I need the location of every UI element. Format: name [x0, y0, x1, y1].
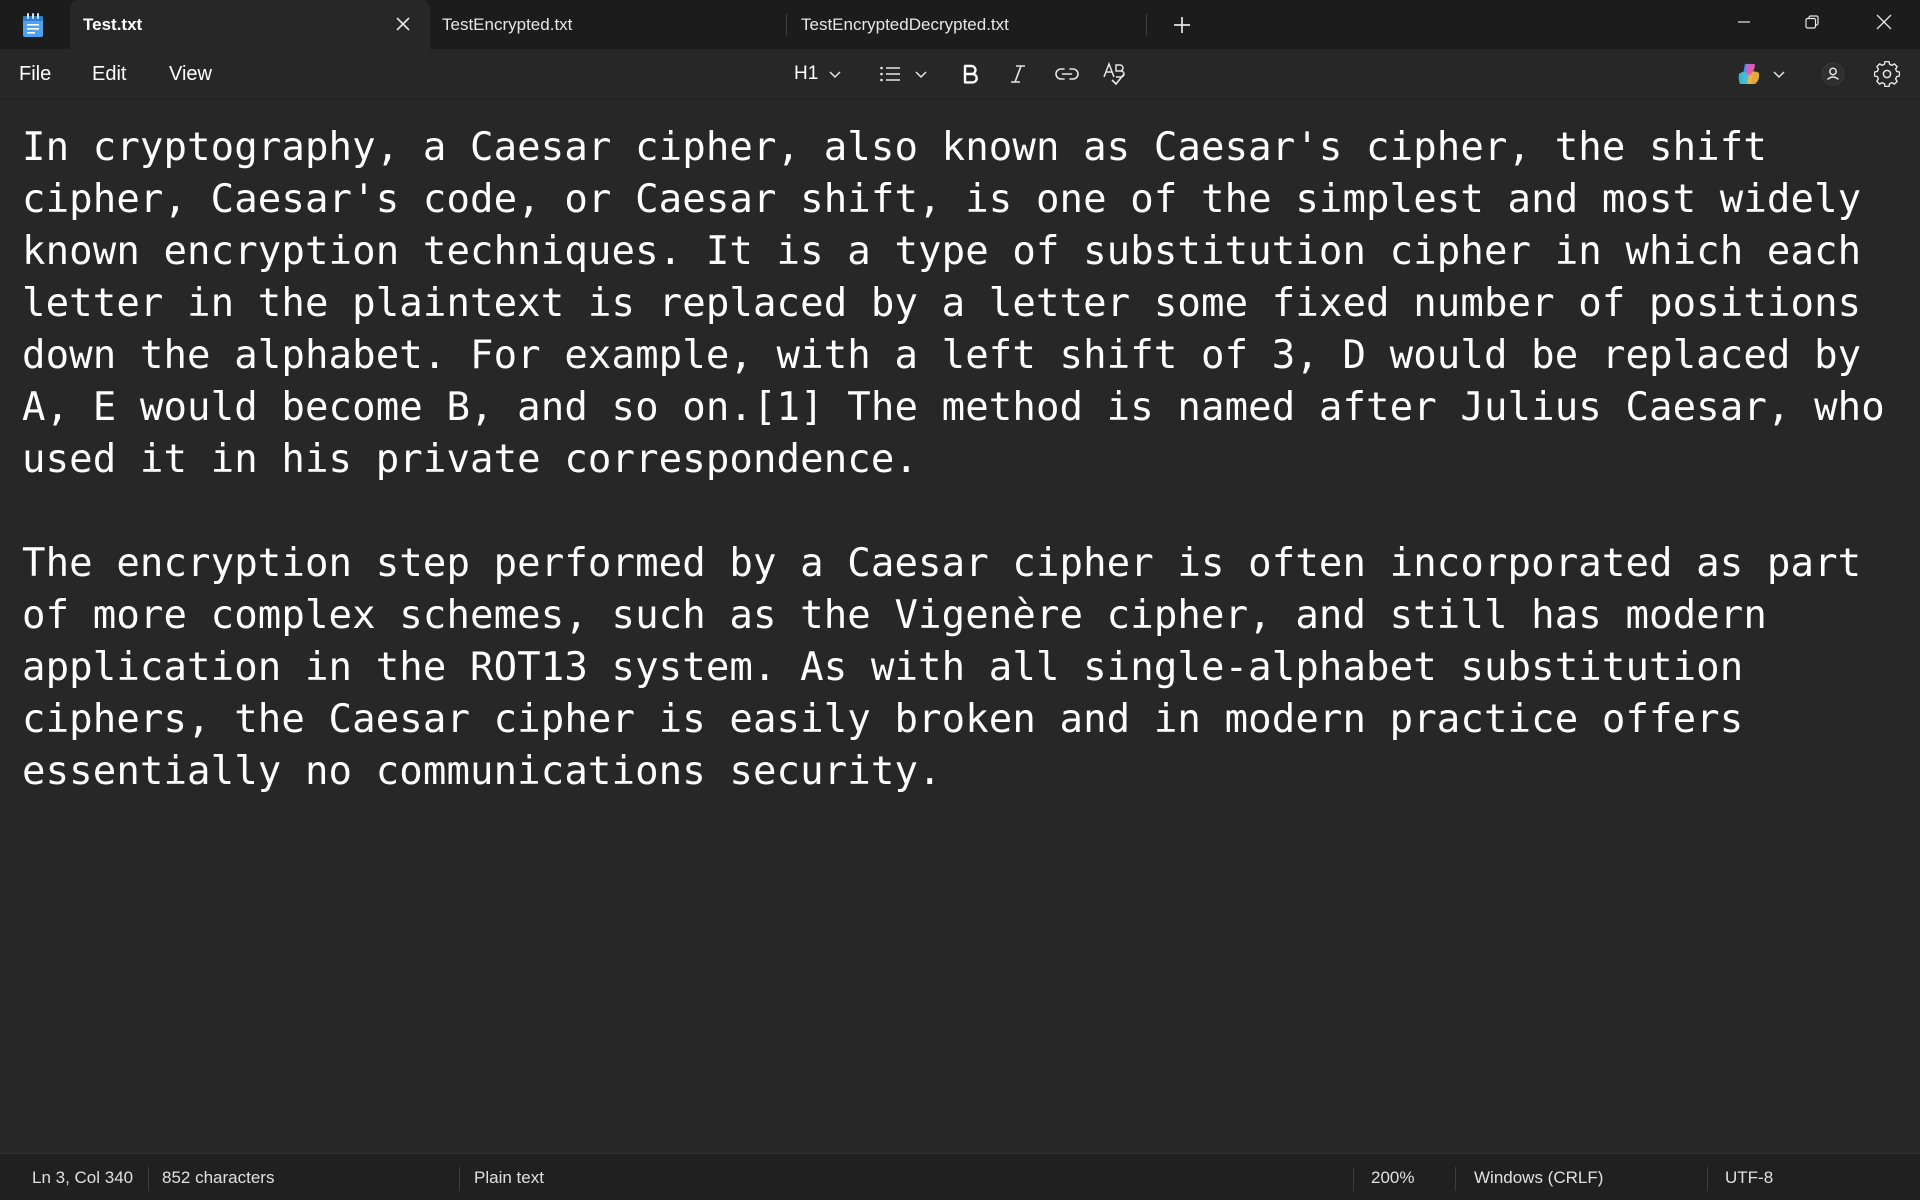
tab-test-txt[interactable]: Test.txt [70, 0, 430, 49]
link-button[interactable] [1054, 59, 1080, 89]
tab-divider [786, 14, 787, 36]
notepad-app-icon [23, 13, 43, 37]
paragraph: In cryptography, a Caesar cipher, also k… [22, 122, 1920, 486]
text-line: letter in the plaintext is replaced by a… [22, 281, 1862, 326]
text-editor[interactable]: In cryptography, a Caesar cipher, also k… [22, 122, 1920, 1152]
text-format[interactable]: Plain text [474, 1168, 544, 1188]
text-line: ciphers, the Caesar cipher is easily bro… [22, 697, 1744, 742]
text-line: essentially no communications security. [22, 749, 942, 794]
status-divider [459, 1167, 460, 1191]
text-line: known encryption techniques. It is a typ… [22, 229, 1862, 274]
line-endings[interactable]: Windows (CRLF) [1474, 1168, 1603, 1188]
settings-button[interactable] [1874, 59, 1900, 89]
paragraph: The encryption step performed by a Caesa… [22, 538, 1920, 798]
status-divider [1353, 1167, 1354, 1191]
minimize-button[interactable] [1710, 0, 1778, 44]
tab-title: Test.txt [83, 14, 143, 34]
copilot-dropdown[interactable] [1736, 59, 1786, 89]
restore-button[interactable] [1778, 0, 1846, 44]
text-line: The encryption step performed by a Caesa… [22, 541, 1862, 586]
minimize-icon [1738, 21, 1750, 23]
italic-icon [1011, 65, 1025, 83]
zoom-level[interactable]: 200% [1371, 1168, 1414, 1188]
menu-edit[interactable]: Edit [92, 61, 126, 87]
bold-icon [963, 64, 978, 84]
chevron-down-icon [915, 71, 927, 79]
tab-testencrypted-txt[interactable]: TestEncrypted.txt [432, 0, 786, 49]
close-window-button[interactable] [1850, 0, 1918, 44]
status-bar: Ln 3, Col 340 852 characters Plain text … [0, 1153, 1920, 1200]
encoding[interactable]: UTF-8 [1725, 1168, 1773, 1188]
text-line: A, E would become B, and so on.[1] The m… [22, 385, 1885, 430]
chevron-down-icon [829, 71, 841, 79]
heading-dropdown[interactable]: H1 [794, 59, 842, 89]
spellcheck-icon [1103, 61, 1125, 86]
tab-title: TestEncrypted.txt [442, 14, 573, 34]
tab-title: TestEncryptedDecrypted.txt [801, 14, 1009, 34]
text-line: cipher, Caesar's code, or Caesar shift, … [22, 177, 1862, 222]
text-line: In cryptography, a Caesar cipher, also k… [22, 125, 1767, 170]
menu-bar: File Edit View H1 [0, 49, 1920, 100]
status-divider [1707, 1167, 1708, 1191]
bold-button[interactable] [958, 59, 982, 89]
notepad-window: Test.txt TestEncrypted.txt TestEncrypted… [0, 0, 1920, 1200]
restore-icon [1805, 15, 1819, 29]
new-tab-plus-icon[interactable] [1170, 13, 1194, 37]
cursor-position: Ln 3, Col 340 [32, 1168, 134, 1187]
tab-divider [1146, 14, 1147, 36]
close-tab-icon[interactable] [394, 15, 412, 33]
account-button[interactable] [1820, 59, 1846, 89]
character-count: 852 characters [162, 1168, 275, 1187]
account-icon [1821, 62, 1845, 86]
gear-icon [1874, 61, 1900, 87]
italic-button[interactable] [1006, 59, 1030, 89]
text-line: of more complex schemes, such as the Vig… [22, 593, 1767, 638]
link-icon [1055, 68, 1079, 80]
text-line: used it in his private correspondence. [22, 437, 919, 482]
chevron-down-icon [1773, 71, 1785, 79]
menu-file[interactable]: File [19, 61, 51, 87]
list-icon [880, 66, 900, 82]
copilot-icon [1738, 63, 1760, 84]
status-divider [148, 1167, 149, 1191]
text-line: application in the ROT13 system. As with… [22, 645, 1744, 690]
text-line: down the alphabet. For example, with a l… [22, 333, 1862, 378]
status-divider [1455, 1167, 1456, 1191]
heading-label: H1 [794, 63, 819, 84]
tab-testencrypteddecrypted-txt[interactable]: TestEncryptedDecrypted.txt [788, 0, 1144, 49]
title-bar: Test.txt TestEncrypted.txt TestEncrypted… [0, 0, 1920, 49]
menu-view[interactable]: View [169, 61, 212, 87]
list-dropdown[interactable] [878, 59, 928, 89]
spellcheck-button[interactable] [1102, 59, 1128, 89]
close-icon [1876, 14, 1892, 30]
